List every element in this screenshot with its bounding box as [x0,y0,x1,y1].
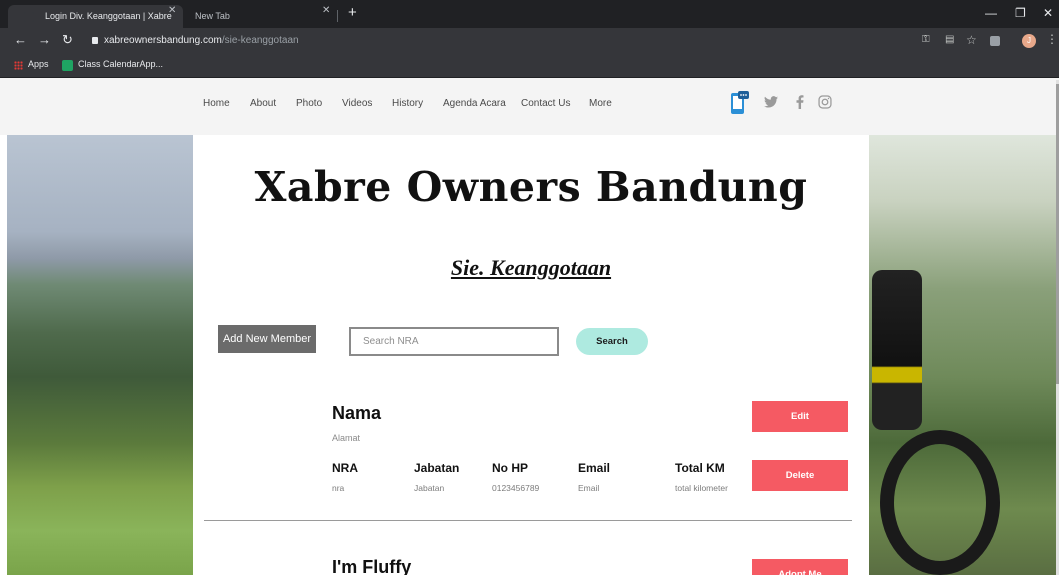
close-tab-icon[interactable]: ✕ [322,5,330,16]
nav-agenda-acara[interactable]: Agenda Acara [443,98,506,109]
member-name: Nama [332,403,382,423]
bookmark-class-calendar[interactable]: Class CalendarApp... [78,59,163,69]
menu-kebab-icon[interactable]: ⋮ [1046,32,1058,46]
profile-avatar[interactable]: J [1022,34,1036,48]
tab-divider [337,10,338,22]
twitter-icon[interactable] [764,96,778,108]
address-bar[interactable]: xabreownersbandung.com/sie-keanggotaan [86,31,906,50]
url-path: /sie-keanggotaan [221,35,299,46]
nav-history[interactable]: History [392,98,423,109]
facebook-icon[interactable] [796,95,804,109]
landscape-background-left [7,135,193,575]
edit-button[interactable]: Edit [752,401,848,432]
close-tab-icon[interactable]: ✕ [168,5,176,16]
favicon-icon [24,12,34,22]
field-label-email: Email [578,461,611,475]
nav-home[interactable]: Home [203,98,230,109]
page-subtitle: Sie. Keanggotaan [450,255,612,280]
motorcycle-wheel [880,430,1000,575]
reload-icon[interactable]: ↻ [62,32,73,48]
lock-icon [92,37,98,44]
apps-grid-icon [14,61,23,70]
browser-tab-bar: Login Div. Keanggotaan | Xabre ✕ New Tab… [0,0,1059,28]
nav-about[interactable]: About [250,98,276,109]
delete-button[interactable]: Delete [752,460,848,491]
nav-contact-us[interactable]: Contact Us [521,98,570,109]
member-address: Alamat [332,433,361,443]
search-button[interactable]: Search [576,328,648,355]
minimize-icon[interactable]: — [985,6,997,20]
field-label-nra: NRA [332,461,358,475]
search-nra-input[interactable] [349,327,559,356]
member-divider [204,520,852,521]
adopt-me-button[interactable]: Adopt Me [752,559,848,575]
back-arrow-icon[interactable]: ← [14,32,27,47]
tab-active[interactable]: Login Div. Keanggotaan | Xabre [8,5,183,28]
tab-new-tab[interactable]: New Tab [185,5,333,28]
nav-videos[interactable]: Videos [342,98,372,109]
new-tab-icon[interactable]: + [348,4,357,21]
forward-arrow-icon[interactable]: → [38,32,51,47]
site-header: Home About Photo Videos History Agenda A… [0,78,1059,135]
browser-toolbar: ← → ↻ xabreownersbandung.com/sie-keanggo… [0,28,1059,53]
instagram-icon[interactable] [818,95,832,109]
phone-chat-icon[interactable] [730,90,750,116]
tab-title: New Tab [195,11,230,21]
main-content: Xabre Owners Bandung Sie. Keanggotaan Ad… [193,135,869,575]
member-name: I'm Fluffy [332,557,412,575]
star-icon[interactable]: ☆ [966,33,977,47]
key-icon[interactable]: ⚿ [922,34,930,45]
maximize-icon[interactable]: ❐ [1015,6,1026,20]
field-label-no-hp: No HP [492,461,528,475]
field-value-jabatan: Jabatan [414,483,445,493]
field-value-email: Email [578,483,600,493]
tab-title: Login Div. Keanggotaan | Xabre [45,11,172,21]
site-title: Xabre Owners Bandung [254,163,808,211]
field-label-total-km: Total KM [675,461,725,475]
url-host: xabreownersbandung.com [104,35,222,46]
motorcycle-fork [872,270,922,430]
field-value-no-hp: 0123456789 [492,483,540,493]
field-value-total-km: total kilometer [675,483,728,493]
nav-photo[interactable]: Photo [296,98,322,109]
translate-icon[interactable]: ▤ [945,34,954,45]
field-value-nra: nra [332,483,345,493]
bookmark-apps[interactable]: Apps [28,59,49,69]
extension-icon[interactable] [990,36,1000,46]
bookmarks-bar: Apps Class CalendarApp... [0,53,1059,78]
nav-more[interactable]: More [589,98,612,109]
field-label-jabatan: Jabatan [414,461,460,475]
close-window-icon[interactable]: ✕ [1043,6,1053,20]
add-new-member-button[interactable]: Add New Member [218,325,316,353]
calendar-icon [62,60,73,71]
